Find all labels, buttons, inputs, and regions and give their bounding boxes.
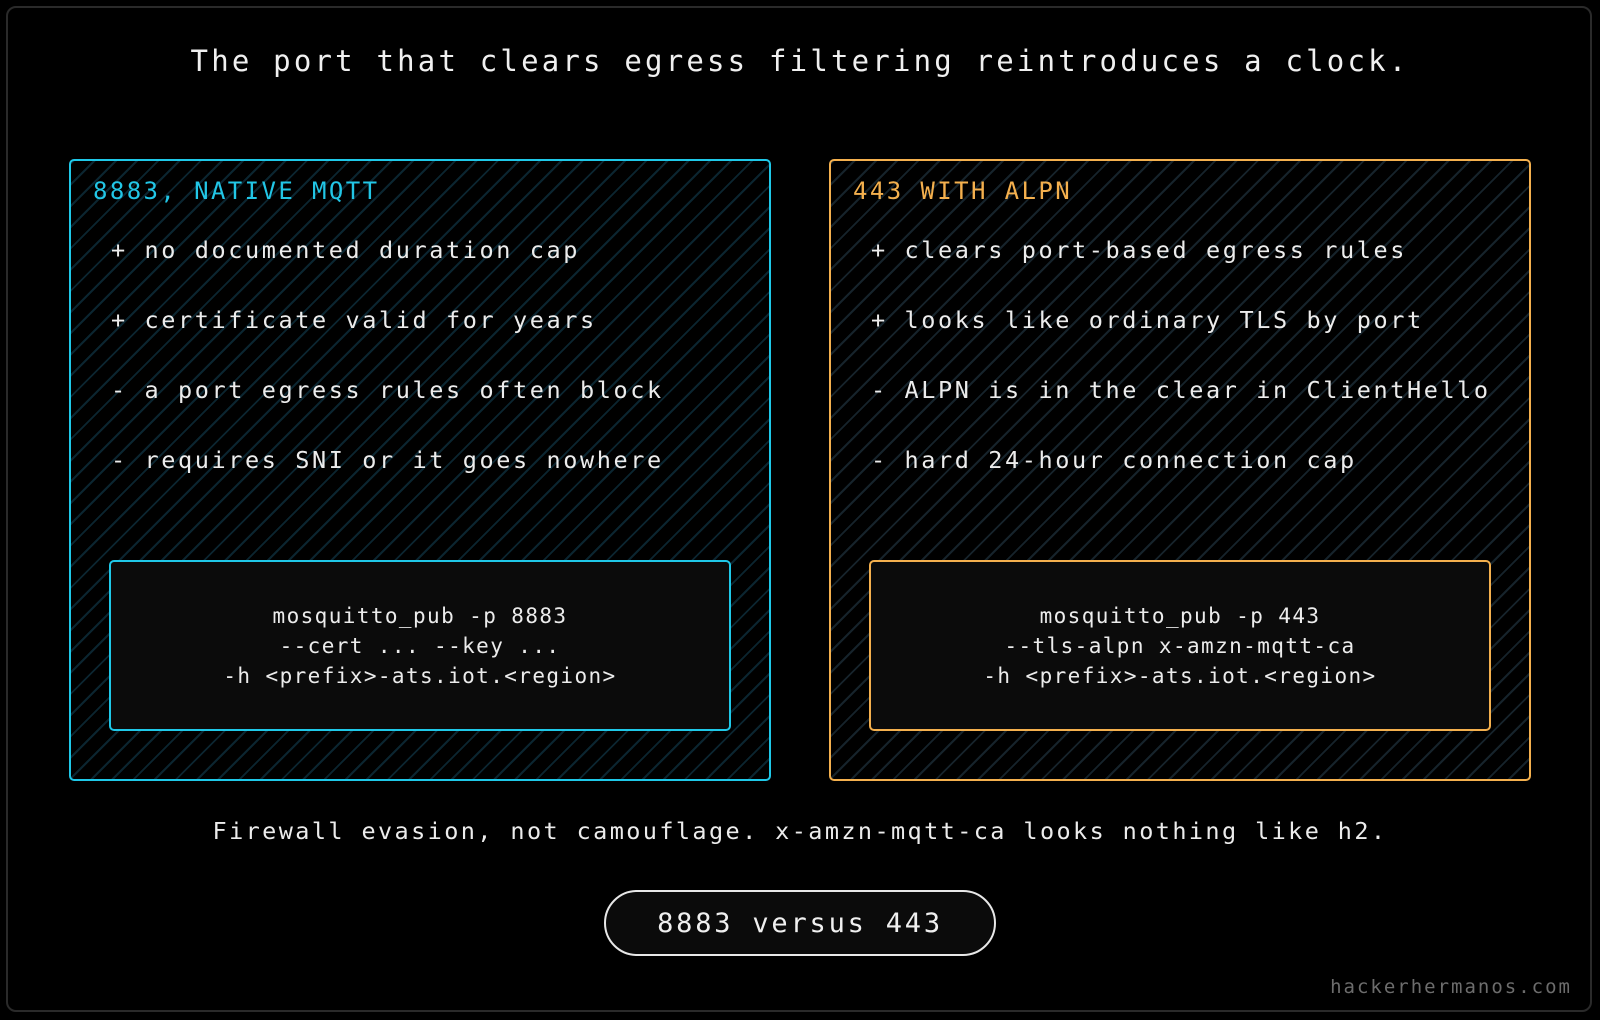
command-box: mosquitto_pub -p 443 --tls-alpn x-amzn-m… — [869, 560, 1491, 731]
list-item: + clears port-based egress rules — [871, 236, 1407, 264]
command-box: mosquitto_pub -p 8883 --cert ... --key .… — [109, 560, 731, 731]
command-line: -h <prefix>-ats.iot.<region> — [223, 663, 617, 688]
list-item: - ALPN is in the clear in ClientHello — [871, 376, 1491, 404]
command-line: -h <prefix>-ats.iot.<region> — [983, 663, 1377, 688]
command-line: mosquitto_pub -p 8883 — [272, 603, 568, 628]
panel-native-mqtt: 8883, NATIVE MQTT + no documented durati… — [69, 159, 771, 781]
diagram-title: The port that clears egress filtering re… — [190, 44, 1410, 78]
panel-443-alpn: 443 WITH ALPN + clears port-based egress… — [829, 159, 1531, 781]
command-line: --tls-alpn x-amzn-mqtt-ca — [1004, 633, 1356, 658]
pros-cons-list: + clears port-based egress rules + looks… — [871, 237, 1491, 517]
list-item: - a port egress rules often block — [111, 376, 664, 404]
list-item: + certificate valid for years — [111, 306, 597, 334]
command-line: mosquitto_pub -p 443 — [1039, 603, 1321, 628]
comparison-pill: 8883 versus 443 — [604, 890, 996, 956]
watermark: hackerhermanos.com — [1330, 976, 1572, 998]
command-line: --cert ... --key ... — [279, 633, 561, 658]
list-item: + no documented duration cap — [111, 236, 580, 264]
panel-heading: 443 WITH ALPN — [853, 177, 1073, 205]
list-item: - requires SNI or it goes nowhere — [111, 446, 664, 474]
caption: Firewall evasion, not camouflage. x-amzn… — [212, 817, 1388, 845]
list-item: + looks like ordinary TLS by port — [871, 306, 1424, 334]
panel-heading: 8883, NATIVE MQTT — [93, 177, 380, 205]
pros-cons-list: + no documented duration cap + certifica… — [111, 237, 664, 517]
list-item: - hard 24-hour connection cap — [871, 446, 1357, 474]
